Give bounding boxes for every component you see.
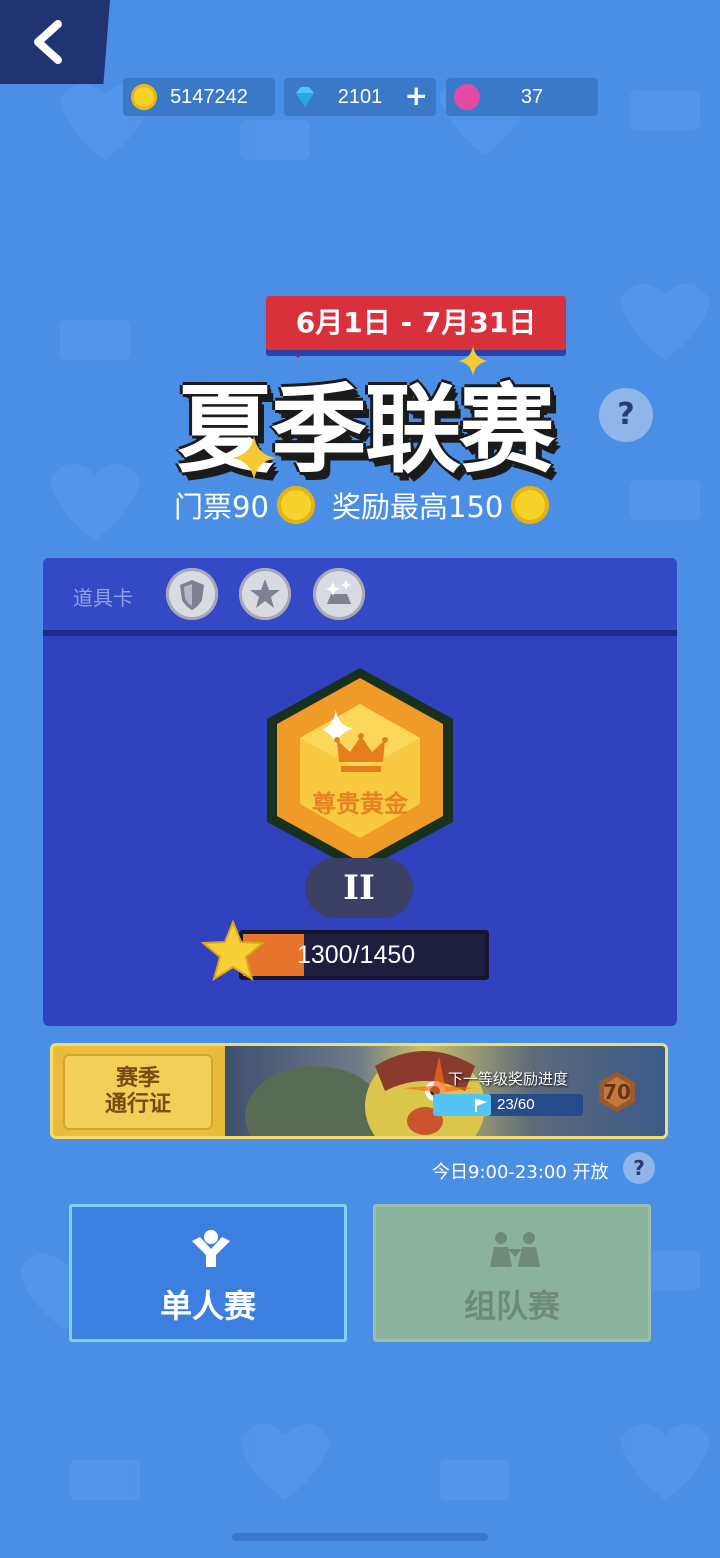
coin-balance: 5147242 bbox=[123, 78, 275, 116]
back-button[interactable] bbox=[0, 0, 110, 84]
next-reward-progress-text: 23/60 bbox=[497, 1096, 535, 1113]
star-card-slot[interactable] bbox=[239, 568, 291, 620]
item-cards-label: 道具卡 bbox=[73, 586, 133, 610]
single-match-button[interactable]: 单人赛 bbox=[69, 1204, 347, 1342]
shield-card-slot[interactable] bbox=[166, 568, 218, 620]
season-pass-banner[interactable]: 赛季 通行证 下一等级奖励进度 23/60 70 bbox=[50, 1043, 668, 1139]
team-match-button[interactable]: 组队赛 bbox=[373, 1204, 651, 1342]
sparkle-table-icon bbox=[326, 580, 351, 604]
lotus-value: 37 bbox=[520, 85, 544, 108]
next-reward-label: 下一等级奖励进度 bbox=[448, 1070, 569, 1088]
rank-name: 尊贵黄金 bbox=[312, 790, 408, 818]
coin-value: 5147242 bbox=[170, 85, 248, 108]
crown-icon bbox=[334, 733, 388, 772]
coin-icon bbox=[276, 486, 315, 524]
sparkle-icon bbox=[458, 346, 488, 376]
team-match-label: 组队赛 bbox=[463, 1287, 560, 1325]
event-title: 夏季联赛 bbox=[177, 374, 555, 486]
season-pass-ticket: 赛季 通行证 bbox=[63, 1054, 213, 1130]
event-help-button[interactable]: ? bbox=[599, 388, 653, 442]
schedule-help-button[interactable]: ? bbox=[623, 1152, 655, 1184]
coin-icon bbox=[511, 486, 550, 524]
reward-label: 奖励最高150 bbox=[332, 490, 504, 524]
add-gems-button[interactable]: + bbox=[405, 80, 428, 112]
star-icon bbox=[201, 920, 265, 982]
team-players-icon bbox=[490, 1232, 540, 1267]
rank-progress-text: 1300/1450 bbox=[297, 941, 416, 969]
ticket-label: 门票90 bbox=[174, 490, 269, 524]
home-indicator bbox=[232, 1533, 488, 1541]
open-hours: 今日9:00-23:00 开放 bbox=[432, 1162, 609, 1183]
ticket-cost: 门票90 bbox=[174, 484, 315, 526]
date-banner: 6月1日 - 7月31日 bbox=[266, 296, 566, 350]
single-player-icon bbox=[192, 1230, 230, 1267]
gem-balance[interactable]: 2101 + bbox=[284, 78, 436, 116]
flag-icon bbox=[475, 1099, 487, 1112]
single-match-label: 单人赛 bbox=[159, 1287, 256, 1325]
pass-line1: 赛季 bbox=[115, 1066, 160, 1091]
max-reward: 奖励最高150 bbox=[332, 484, 550, 526]
star-icon bbox=[250, 579, 280, 608]
chevron-left-icon bbox=[34, 20, 62, 64]
sparkle-icon bbox=[232, 436, 276, 480]
next-reward-progress-bar: 23/60 bbox=[433, 1094, 583, 1116]
boost-card-slot[interactable] bbox=[313, 568, 365, 620]
rank-tier: II bbox=[305, 858, 413, 918]
rank-panel: 道具卡 尊贵黄金 II 1300/1450 bbox=[43, 558, 677, 1026]
pass-level: 70 bbox=[603, 1080, 631, 1104]
item-cards-bar: 道具卡 bbox=[43, 558, 677, 636]
lotus-balance: 37 bbox=[446, 78, 598, 116]
rank-progress-bar: 1300/1450 bbox=[239, 930, 489, 980]
pass-line2: 通行证 bbox=[104, 1092, 171, 1117]
shield-icon bbox=[180, 580, 204, 610]
